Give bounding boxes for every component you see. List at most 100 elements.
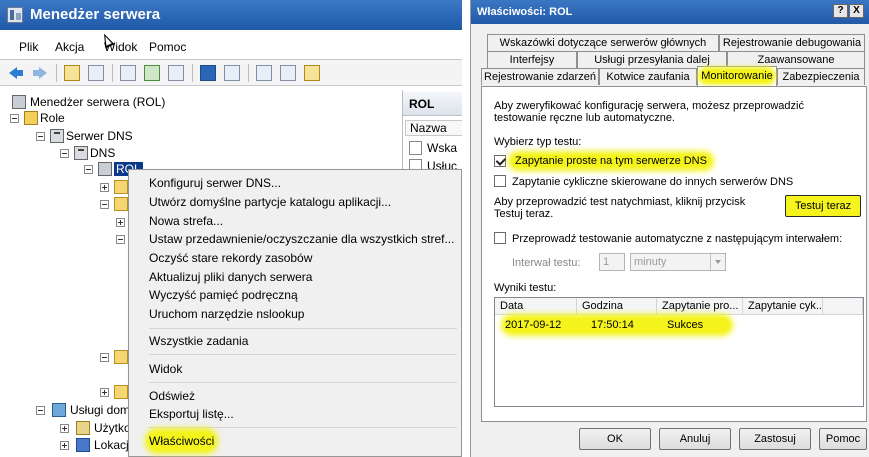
menu-nslookup[interactable]: Uruchom narzędzie nslookup <box>149 305 304 323</box>
column-date[interactable]: Data <box>495 298 577 315</box>
help-icon[interactable] <box>200 65 216 81</box>
context-menu-gutter <box>129 170 139 456</box>
collapse-icon[interactable] <box>100 353 109 362</box>
menu-update-files[interactable]: Aktualizuj pliki danych serwera <box>149 268 312 286</box>
details-item[interactable]: Wska <box>409 140 457 156</box>
show-action-pane-icon[interactable] <box>224 65 240 81</box>
simple-query-checkbox[interactable] <box>494 155 506 167</box>
expand-icon[interactable] <box>100 388 109 397</box>
simple-query-label[interactable]: Zapytanie proste na tym serwerze DNS <box>512 155 710 167</box>
result-date: 2017-09-12 <box>505 319 562 331</box>
tab-trust-anchors[interactable]: Kotwice zaufania <box>599 68 697 85</box>
tab-root-hints[interactable]: Wskazówki dotyczące serwerów głównych <box>487 34 719 51</box>
auto-test-label[interactable]: Przeprowadź testowanie automatyczne z na… <box>512 233 842 245</box>
tree-node-child[interactable] <box>100 179 128 195</box>
collapse-icon[interactable] <box>10 114 19 123</box>
forward-arrow-icon[interactable] <box>32 65 48 81</box>
tree-node-server-manager[interactable]: Menedżer serwera (ROL) <box>12 94 165 110</box>
tree-label: Lokacj <box>94 438 129 452</box>
menu-separator <box>149 382 457 383</box>
menu-clear-cache[interactable]: Wyczyść pamięć podręczną <box>149 286 298 304</box>
collapse-icon[interactable] <box>100 200 109 209</box>
server-icon[interactable] <box>256 65 272 81</box>
chevron-down-icon[interactable] <box>710 254 725 270</box>
interval-input[interactable]: 1 <box>599 253 625 271</box>
users-folder-icon <box>76 421 90 435</box>
menu-properties[interactable]: Właściwości <box>149 432 215 450</box>
tree-node-dns-server[interactable]: Serwer DNS <box>36 128 133 144</box>
expand-icon[interactable] <box>100 183 109 192</box>
menu-plik[interactable]: Plik <box>19 38 38 56</box>
tree-node-dns[interactable]: DNS <box>60 145 115 161</box>
folder-icon <box>114 385 128 399</box>
tree-node-child[interactable] <box>100 349 128 365</box>
column-name-header[interactable]: Nazwa <box>405 120 462 136</box>
tab-interfaces[interactable]: Interfejsy <box>487 51 577 68</box>
tree-label: Menedżer serwera (ROL) <box>30 95 166 109</box>
show-hide-tree-icon[interactable] <box>88 65 104 81</box>
tree-node-sites[interactable]: Lokacj <box>60 437 129 453</box>
menu-export-list[interactable]: Eksportuj listę... <box>149 405 234 423</box>
recursive-query-checkbox[interactable] <box>494 175 506 187</box>
export-list-icon[interactable] <box>168 65 184 81</box>
tree-label: Role <box>40 111 65 125</box>
back-arrow-icon[interactable] <box>8 65 24 81</box>
apply-button[interactable]: Zastosuj <box>739 428 811 450</box>
tree-label: Usługi dom <box>70 403 131 417</box>
menu-set-aging[interactable]: Ustaw przedawnienie/oczyszczanie dla wsz… <box>149 230 454 248</box>
menu-new-zone[interactable]: Nowa strefa... <box>149 212 223 230</box>
recursive-query-label[interactable]: Zapytanie cykliczne skierowane do innych… <box>512 176 793 188</box>
menu-refresh[interactable]: Odśwież <box>149 387 195 405</box>
menu-scavenge[interactable]: Oczyść stare rekordy zasobów <box>149 249 312 267</box>
collapse-icon[interactable] <box>116 235 125 244</box>
folder-icon <box>114 180 128 194</box>
server-manager-window: Menedżer serwera Plik Akcja Widok Pomoc … <box>0 0 462 457</box>
results-label: Wyniki testu: <box>494 282 557 294</box>
menu-pomoc[interactable]: Pomoc <box>149 38 186 56</box>
zone-icon[interactable] <box>304 65 320 81</box>
intro-text: Aby zweryfikować konfigurację serwera, m… <box>494 100 804 124</box>
tree-node-child[interactable] <box>100 196 128 212</box>
menu-view[interactable]: Widok <box>149 360 182 378</box>
copy-icon[interactable] <box>120 65 136 81</box>
up-level-icon[interactable] <box>64 65 80 81</box>
column-simple-query[interactable]: Zapytanie pro... <box>657 298 743 315</box>
results-list[interactable]: Data Godzina Zapytanie pro... Zapytanie … <box>494 297 864 407</box>
column-recursive-query[interactable]: Zapytanie cyk... <box>743 298 823 315</box>
table-row[interactable]: 2017-09-12 17:50:14 Sukces <box>505 318 729 332</box>
dns-icon <box>74 146 88 160</box>
auto-test-checkbox[interactable] <box>494 232 506 244</box>
test-now-button[interactable]: Testuj teraz <box>785 195 861 217</box>
tree-node-domain-services[interactable]: Usługi dom <box>36 402 130 418</box>
refresh-icon[interactable] <box>144 65 160 81</box>
tab-security[interactable]: Zabezpieczenia <box>777 68 865 85</box>
ok-button[interactable]: OK <box>579 428 651 450</box>
collapse-icon[interactable] <box>60 149 69 158</box>
menu-akcja[interactable]: Akcja <box>55 38 84 56</box>
interval-label: Interwał testu: <box>512 257 581 269</box>
cancel-button[interactable]: Anuluj <box>659 428 731 450</box>
menu-all-tasks[interactable]: Wszystkie zadania <box>149 332 248 350</box>
tab-event-logging[interactable]: Rejestrowanie zdarzeń <box>481 68 599 85</box>
menu-configure-dns[interactable]: Konfiguruj serwer DNS... <box>149 174 281 192</box>
tree-node-child[interactable] <box>100 384 128 400</box>
expand-icon[interactable] <box>116 218 125 227</box>
tab-debug-logging[interactable]: Rejestrowanie debugowania <box>719 34 865 51</box>
toolbar-separator <box>192 64 193 82</box>
test-now-text: Aby przeprowadzić test natychmiast, klik… <box>494 196 746 220</box>
help-button[interactable]: Pomoc <box>819 428 867 450</box>
expand-icon[interactable] <box>60 424 69 433</box>
collapse-icon[interactable] <box>36 406 45 415</box>
tab-monitoring[interactable]: Monitorowanie <box>697 66 777 86</box>
interval-unit-select[interactable]: minuty <box>630 253 726 271</box>
expand-icon[interactable] <box>60 441 69 450</box>
tree-node-roles[interactable]: Role <box>10 110 65 126</box>
list-icon[interactable] <box>280 65 296 81</box>
column-time[interactable]: Godzina <box>577 298 657 315</box>
collapse-icon[interactable] <box>84 165 93 174</box>
menu-create-partitions[interactable]: Utwórz domyślne partycje katalogu aplika… <box>149 193 391 211</box>
help-title-button[interactable]: ? <box>833 4 848 18</box>
close-title-button[interactable]: X <box>849 4 864 18</box>
collapse-icon[interactable] <box>36 132 45 141</box>
tree-node-users[interactable]: Użytko <box>60 420 131 436</box>
